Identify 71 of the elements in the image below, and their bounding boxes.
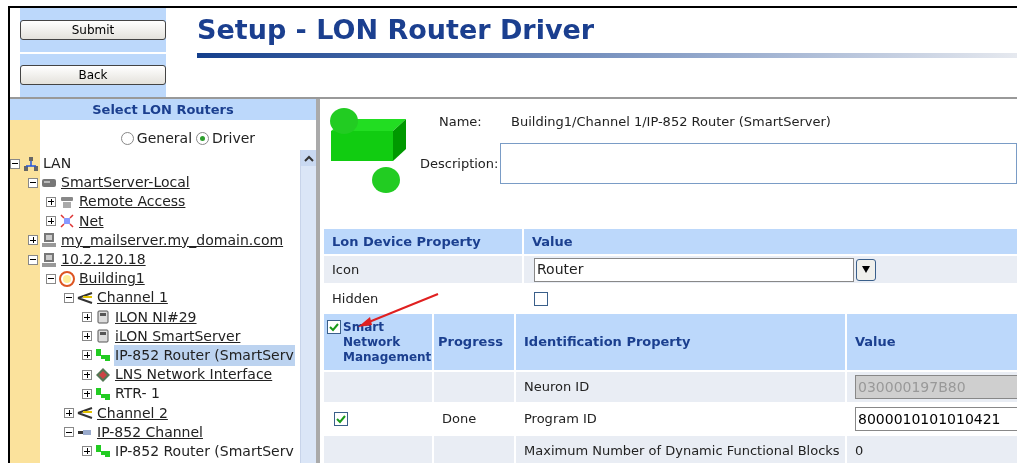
submit-button[interactable]: Submit bbox=[20, 19, 166, 40]
router-icon bbox=[95, 385, 111, 402]
tree-link[interactable]: Net bbox=[78, 210, 105, 232]
back-button[interactable]: Back bbox=[20, 65, 166, 86]
expand-toggle[interactable] bbox=[28, 235, 38, 246]
collapse-toggle[interactable] bbox=[28, 177, 38, 188]
tree-link[interactable]: Channel 2 bbox=[96, 402, 169, 424]
device-icon bbox=[95, 328, 111, 345]
icon-dropdown[interactable]: Router bbox=[534, 257, 854, 282]
tree-link[interactable]: ILON NI#29 bbox=[114, 306, 198, 328]
collapse-toggle[interactable] bbox=[10, 158, 20, 169]
column-header: Value bbox=[847, 314, 1017, 370]
column-header: Identification Property bbox=[516, 314, 845, 370]
tree-item[interactable]: LAN bbox=[42, 153, 73, 175]
tree-link[interactable]: iLON SmartServer bbox=[114, 325, 242, 347]
network-icon bbox=[23, 155, 39, 172]
radio-option[interactable]: General bbox=[120, 128, 193, 149]
description-field[interactable] bbox=[500, 143, 1017, 184]
expand-toggle[interactable] bbox=[82, 331, 92, 342]
column-header: Value bbox=[524, 229, 1017, 254]
checkbox[interactable] bbox=[327, 320, 341, 334]
tree-link[interactable]: IP-852 Channel bbox=[96, 421, 204, 443]
property-cell: Neuron ID bbox=[516, 372, 845, 402]
device-name: Building1/Channel 1/IP-852 Router (SmartServer) bbox=[511, 113, 831, 132]
property-cell: Icon bbox=[324, 256, 522, 283]
expand-toggle[interactable] bbox=[82, 312, 92, 323]
tree-item[interactable]: IP-852 Router (SmartServ bbox=[114, 440, 295, 462]
tree-link[interactable]: Building1 bbox=[78, 268, 146, 290]
computer-icon bbox=[41, 251, 57, 268]
tree-link[interactable]: LNS Network Interface bbox=[114, 364, 274, 386]
net-icon bbox=[59, 213, 75, 230]
router-icon bbox=[95, 347, 111, 364]
checkbox[interactable] bbox=[334, 412, 348, 426]
column-header: Smart Network Management bbox=[343, 320, 432, 365]
building-icon bbox=[59, 270, 75, 287]
collapse-toggle[interactable] bbox=[64, 292, 74, 303]
router-icon bbox=[95, 443, 111, 460]
expand-toggle[interactable] bbox=[82, 446, 92, 457]
channel-icon bbox=[77, 405, 93, 422]
description-label: Description: bbox=[420, 154, 499, 173]
property-cell: Maximum Number of Dynamic Functional Blocks bbox=[516, 436, 845, 463]
scroll-up-icon[interactable] bbox=[303, 154, 314, 163]
tree-link[interactable]: SmartServer-Local bbox=[60, 172, 191, 194]
channel-icon bbox=[77, 289, 93, 306]
interface-icon bbox=[95, 366, 111, 383]
radio-option[interactable]: Driver bbox=[196, 128, 256, 149]
expand-toggle[interactable] bbox=[82, 388, 92, 399]
tree-link[interactable]: my_mailserver.my_domain.com bbox=[60, 229, 285, 251]
page-title: Setup - LON Router Driver bbox=[197, 13, 595, 47]
tree-link[interactable]: Remote Access bbox=[78, 191, 187, 213]
checkbox[interactable] bbox=[534, 291, 548, 306]
tree-item[interactable]: RTR- 1 bbox=[114, 383, 161, 405]
expand-toggle[interactable] bbox=[82, 350, 92, 361]
computer-icon bbox=[41, 232, 57, 249]
tree-item[interactable]: IP-852 Router (SmartServ bbox=[114, 344, 295, 366]
value-field[interactable]: 8000010101010421 bbox=[855, 407, 1017, 431]
sidebar-title: Select LON Routers bbox=[10, 99, 316, 120]
collapse-toggle[interactable] bbox=[46, 273, 56, 284]
column-header: Progress bbox=[434, 314, 514, 370]
expand-toggle[interactable] bbox=[82, 369, 92, 380]
value-text: 0 bbox=[855, 442, 864, 461]
tree-link[interactable]: Channel 1 bbox=[96, 287, 169, 309]
expand-toggle[interactable] bbox=[46, 216, 56, 227]
name-label: Name: bbox=[439, 113, 483, 132]
device-icon bbox=[95, 309, 111, 326]
collapse-toggle[interactable] bbox=[28, 254, 38, 265]
column-header: Lon Device Property bbox=[324, 229, 522, 254]
expand-toggle[interactable] bbox=[46, 196, 56, 207]
expand-toggle[interactable] bbox=[64, 408, 74, 419]
collapse-toggle[interactable] bbox=[64, 427, 74, 438]
tree-link[interactable]: 10.2.120.18 bbox=[60, 249, 147, 271]
